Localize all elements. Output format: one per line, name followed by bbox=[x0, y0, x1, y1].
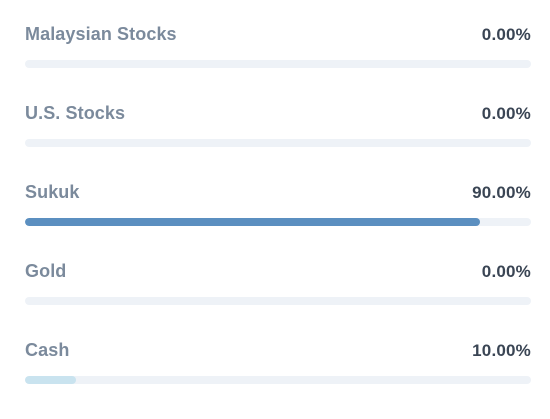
allocation-label: Gold bbox=[25, 261, 67, 281]
allocation-percent: 10.00% bbox=[472, 341, 531, 360]
allocation-label: Sukuk bbox=[25, 182, 80, 202]
allocation-header: Malaysian Stocks 0.00% bbox=[25, 24, 531, 52]
progress-fill bbox=[25, 376, 76, 384]
progress-track bbox=[25, 297, 531, 305]
allocation-label: U.S. Stocks bbox=[25, 103, 126, 123]
allocation-percent: 0.00% bbox=[481, 104, 531, 123]
allocation-row-cash: Cash 10.00% bbox=[25, 340, 531, 419]
allocation-header: U.S. Stocks 0.00% bbox=[25, 103, 531, 131]
progress-track bbox=[25, 376, 531, 384]
allocation-row-sukuk: Sukuk 90.00% bbox=[25, 182, 531, 261]
allocation-percent: 0.00% bbox=[481, 262, 531, 281]
allocation-row-malaysian-stocks: Malaysian Stocks 0.00% bbox=[25, 24, 531, 103]
allocation-label: Cash bbox=[25, 340, 70, 360]
progress-track bbox=[25, 60, 531, 68]
progress-fill bbox=[25, 218, 481, 226]
allocation-header: Cash 10.00% bbox=[25, 340, 531, 368]
allocation-label: Malaysian Stocks bbox=[25, 24, 177, 44]
progress-track bbox=[25, 139, 531, 147]
allocation-percent: 90.00% bbox=[472, 183, 531, 202]
allocation-percent: 0.00% bbox=[481, 25, 531, 44]
progress-track bbox=[25, 218, 531, 226]
allocation-row-us-stocks: U.S. Stocks 0.00% bbox=[25, 103, 531, 182]
allocation-header: Gold 0.00% bbox=[25, 261, 531, 289]
allocation-row-gold: Gold 0.00% bbox=[25, 261, 531, 340]
allocation-list: Malaysian Stocks 0.00% U.S. Stocks 0.00%… bbox=[25, 24, 531, 419]
allocation-header: Sukuk 90.00% bbox=[25, 182, 531, 210]
